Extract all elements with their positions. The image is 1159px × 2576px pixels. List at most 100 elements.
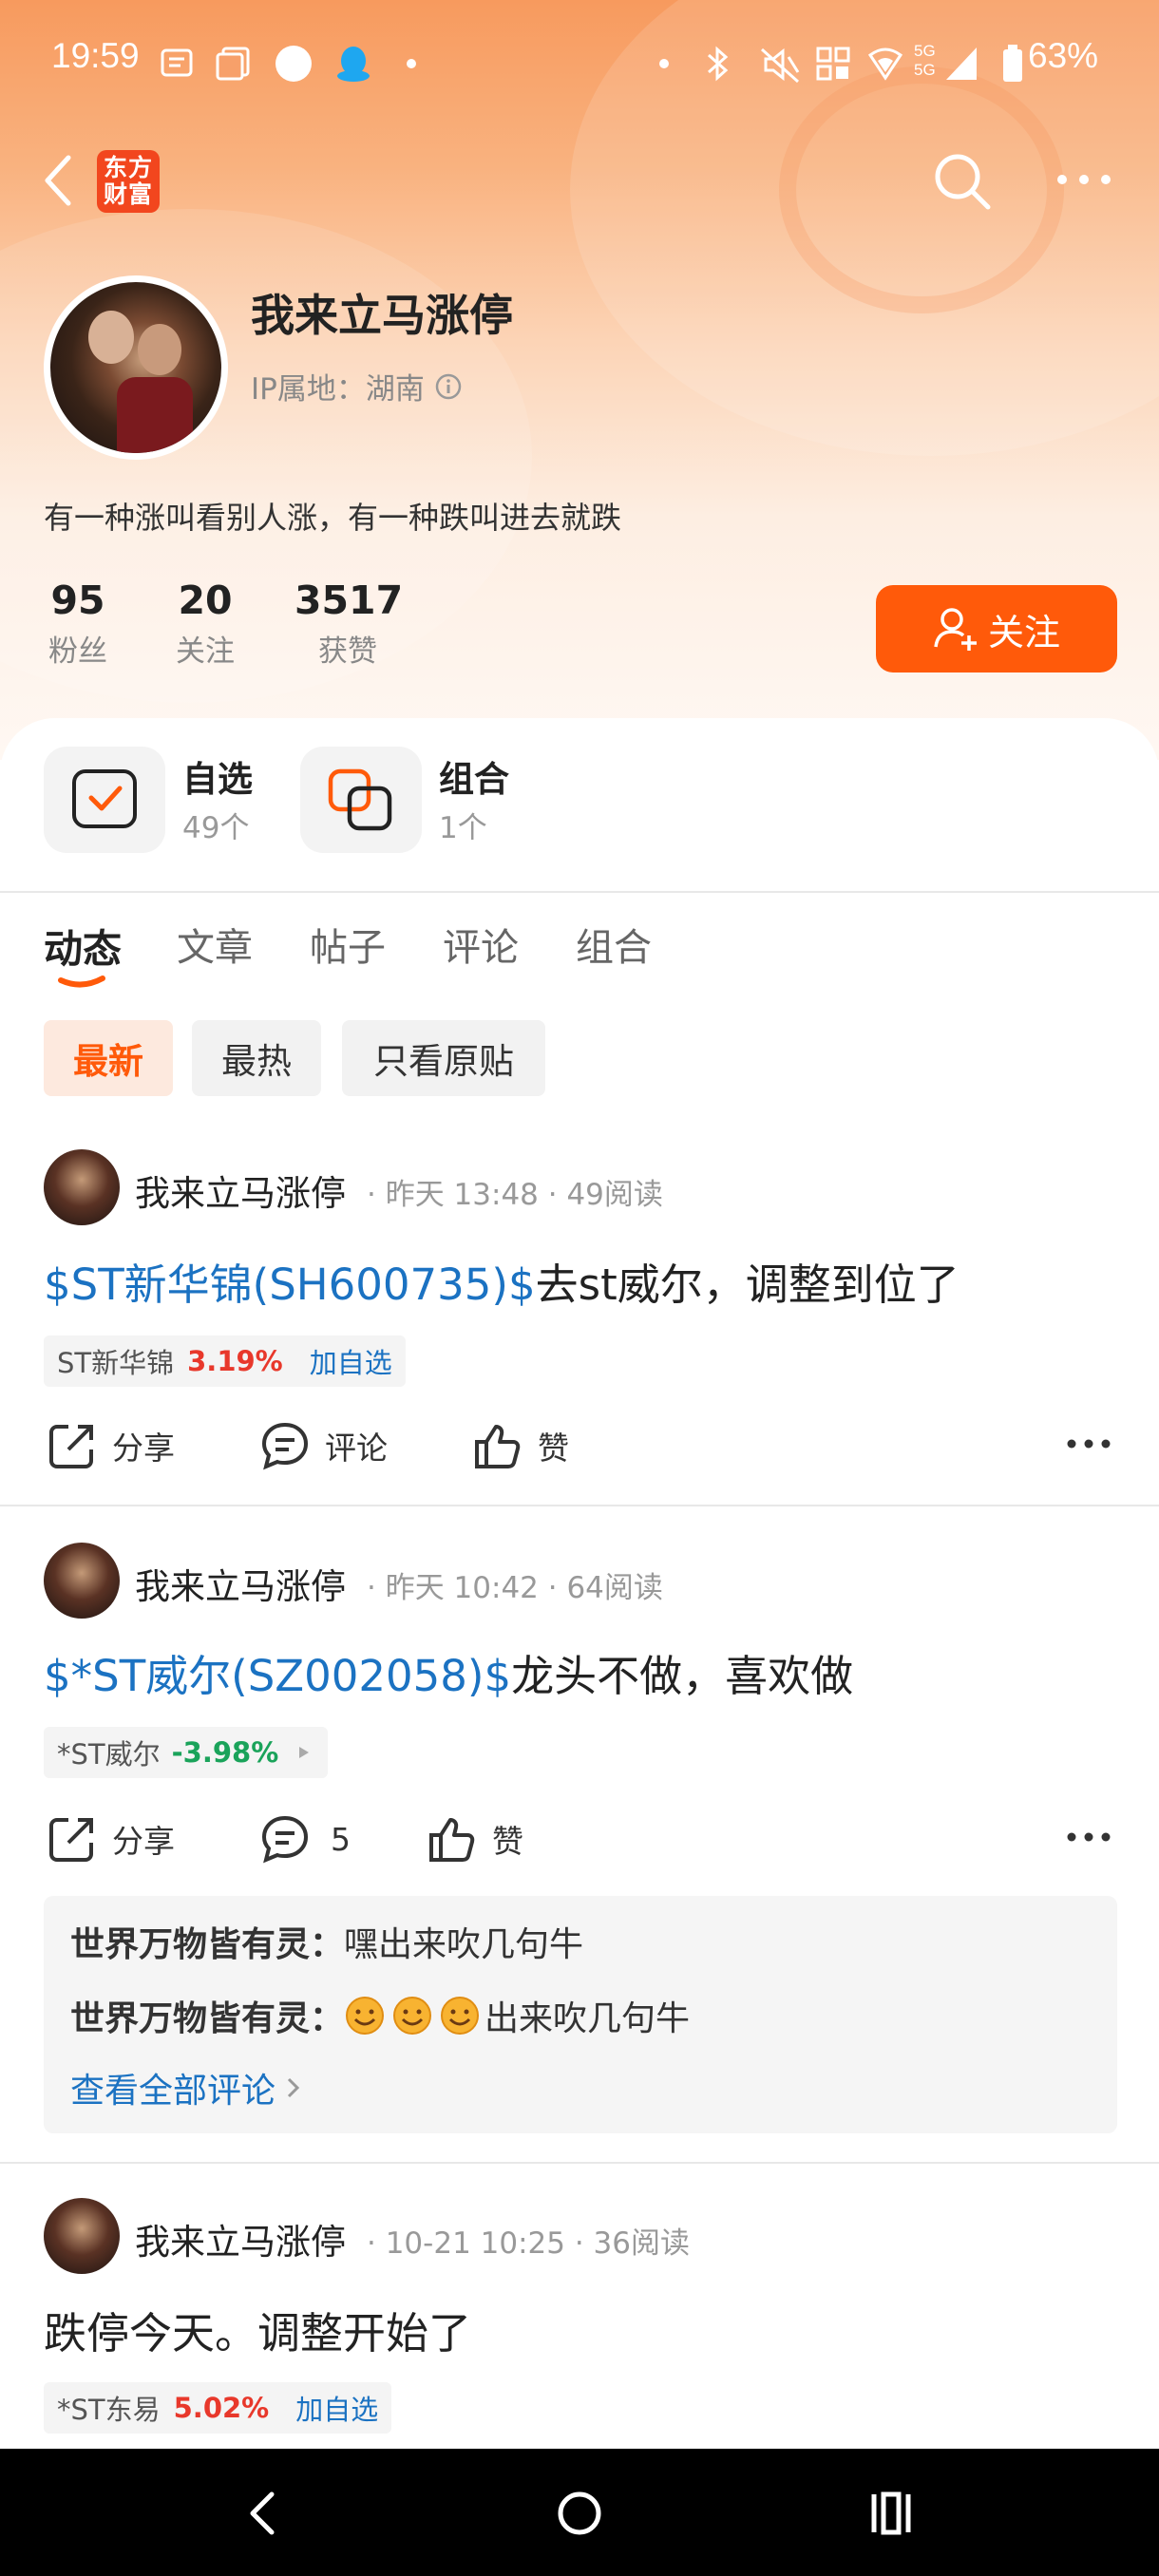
stock-tag-name: *ST东易 bbox=[57, 2394, 161, 2426]
post-author-avatar[interactable] bbox=[44, 1543, 120, 1619]
post-more-icon[interactable] bbox=[1066, 1434, 1112, 1453]
fans-stat[interactable]: 95 粉丝 bbox=[44, 578, 112, 670]
watchlist-icon bbox=[72, 769, 137, 828]
smile-emoji-icon bbox=[346, 1997, 385, 2035]
stock-tag-change: -3.98% bbox=[171, 1736, 279, 1769]
smile-emoji-icon bbox=[393, 1997, 432, 2035]
filter-original-only[interactable]: 只看原贴 bbox=[342, 1020, 545, 1096]
post-meta: · 昨天 13:48 · 49阅读 bbox=[367, 1178, 663, 1212]
post-author-name[interactable]: 我来立马涨停 bbox=[135, 2213, 346, 2264]
fans-label: 粉丝 bbox=[48, 635, 107, 669]
system-navigation-bar bbox=[0, 2449, 1159, 2576]
profile-name: 我来立马涨停 bbox=[251, 290, 513, 341]
post-author-avatar[interactable] bbox=[44, 2198, 120, 2274]
post-text: 去st威尔，调整到位了 bbox=[535, 1260, 960, 1310]
search-icon[interactable] bbox=[931, 150, 994, 213]
battery-icon bbox=[1003, 45, 1022, 82]
tab-portfolio[interactable]: 组合 bbox=[576, 917, 652, 972]
post-content[interactable]: $ST新华锦(SH600735)$去st威尔，调整到位了 bbox=[44, 1250, 960, 1312]
signal-icon bbox=[946, 47, 977, 80]
post-author-name[interactable]: 我来立马涨停 bbox=[135, 1165, 346, 1216]
watchlist-icon-box bbox=[44, 747, 165, 853]
smile-emoji-icon bbox=[441, 1997, 480, 2035]
post-meta: · 昨天 10:42 · 64阅读 bbox=[367, 1571, 663, 1605]
wifi-icon bbox=[867, 47, 903, 81]
following-stat[interactable]: 20 关注 bbox=[171, 578, 239, 670]
smile-emoji-icons bbox=[344, 1995, 481, 2036]
share-icon bbox=[49, 1818, 93, 1862]
ip-label: IP属地： bbox=[251, 372, 366, 407]
stock-tag[interactable]: ST新华锦 3.19% 加自选 bbox=[44, 1335, 406, 1387]
watchlist-title: 自选 bbox=[182, 759, 253, 800]
nav-home-icon[interactable] bbox=[555, 2489, 604, 2538]
comment-button[interactable]: 5 bbox=[260, 1814, 351, 1864]
follow-button[interactable]: 关注 bbox=[876, 585, 1117, 672]
profile-header: 19:59 5G 5G 63% 东方财富 我来立马涨停 IP属地： 湖南 有一种… bbox=[0, 0, 1159, 760]
stock-tag-change: 3.19% bbox=[187, 1345, 283, 1377]
comment-user[interactable]: 世界万物皆有灵： bbox=[70, 1925, 344, 1964]
stock-tag[interactable]: *ST东易 5.02% 加自选 bbox=[44, 2382, 392, 2434]
tab-articles[interactable]: 文章 bbox=[177, 917, 253, 972]
copy-notification-icon bbox=[216, 47, 250, 81]
info-icon[interactable] bbox=[434, 372, 463, 401]
comment-text: 嘿出来吹几句牛 bbox=[344, 1925, 584, 1964]
message-notification-icon bbox=[161, 48, 193, 77]
share-icon bbox=[49, 1425, 93, 1468]
like-button[interactable]: 赞 bbox=[428, 1814, 523, 1864]
stock-tag[interactable]: *ST威尔 -3.98% bbox=[44, 1727, 329, 1778]
view-all-comments-label: 查看全部评论 bbox=[70, 2072, 276, 2111]
post-content[interactable]: $*ST威尔(SZ002058)$龙头不做，喜欢做 bbox=[44, 1641, 853, 1703]
chevron-right-icon bbox=[287, 2077, 300, 2098]
share-button[interactable]: 分享 bbox=[48, 1421, 175, 1470]
network-type-label: 5G 5G bbox=[914, 42, 936, 79]
portfolio-count: 1个 bbox=[439, 811, 487, 845]
post-meta: · 10-21 10:25 · 36阅读 bbox=[367, 2226, 690, 2261]
filter-hottest[interactable]: 最热 bbox=[192, 1020, 321, 1096]
back-icon[interactable] bbox=[42, 154, 74, 207]
portfolio-icon-box bbox=[300, 747, 422, 853]
bluetooth-icon bbox=[708, 46, 729, 82]
post-divider bbox=[0, 2162, 1159, 2164]
comment-button[interactable]: 评论 bbox=[260, 1421, 388, 1470]
comment-icon bbox=[261, 1422, 309, 1470]
active-tab-indicator bbox=[58, 975, 105, 988]
comment-icon bbox=[261, 1815, 309, 1864]
more-options-icon[interactable] bbox=[1054, 165, 1113, 194]
share-label: 分享 bbox=[112, 1430, 175, 1467]
like-button[interactable]: 赞 bbox=[473, 1421, 569, 1470]
nav-back-icon[interactable] bbox=[243, 2489, 281, 2538]
portfolio-link[interactable]: 组合 1个 bbox=[300, 747, 547, 853]
watchlist-link[interactable]: 自选 49个 bbox=[44, 747, 281, 853]
view-all-comments-link[interactable]: 查看全部评论 bbox=[70, 2063, 304, 2112]
like-label: 赞 bbox=[538, 1430, 569, 1467]
thumbs-up-icon bbox=[429, 1818, 475, 1862]
add-watchlist-link[interactable]: 加自选 bbox=[295, 2388, 378, 2428]
comment-user[interactable]: 世界万物皆有灵： bbox=[70, 1991, 344, 2040]
likes-count: 3517 bbox=[294, 578, 404, 623]
play-arrow-icon bbox=[299, 1747, 310, 1758]
post-content[interactable]: 跌停今天。调整开始了 bbox=[44, 2299, 471, 2360]
post-author-name[interactable]: 我来立马涨停 bbox=[135, 1558, 346, 1609]
watchlist-count: 49个 bbox=[182, 811, 250, 845]
tab-posts[interactable]: 帖子 bbox=[310, 917, 386, 972]
post-author-avatar[interactable] bbox=[44, 1149, 120, 1225]
tab-comments[interactable]: 评论 bbox=[443, 917, 519, 972]
more-notifications-dot bbox=[407, 59, 416, 68]
profile-avatar[interactable] bbox=[44, 275, 228, 460]
nav-recents-icon[interactable] bbox=[868, 2491, 916, 2536]
battery-percent: 63% bbox=[1028, 36, 1099, 75]
post-more-icon[interactable] bbox=[1066, 1828, 1112, 1847]
stock-link[interactable]: $*ST威尔(SZ002058)$ bbox=[44, 1651, 511, 1701]
post-text: 龙头不做，喜欢做 bbox=[511, 1651, 854, 1701]
share-button[interactable]: 分享 bbox=[48, 1814, 175, 1864]
mute-icon bbox=[760, 47, 800, 84]
tab-activity[interactable]: 动态 bbox=[44, 917, 122, 974]
portfolio-icon bbox=[328, 768, 392, 831]
filter-latest[interactable]: 最新 bbox=[44, 1020, 173, 1096]
nfc-icon bbox=[816, 47, 850, 81]
follow-label: 关注 bbox=[987, 611, 1060, 653]
comment-preview-box[interactable]: 世界万物皆有灵：嘿出来吹几句牛 世界万物皆有灵： 出来吹几句牛 查看全部评论 bbox=[44, 1896, 1117, 2133]
stock-link[interactable]: $ST新华锦(SH600735)$ bbox=[44, 1260, 536, 1310]
app-notification-icon bbox=[276, 46, 312, 82]
add-watchlist-link[interactable]: 加自选 bbox=[310, 1341, 392, 1381]
